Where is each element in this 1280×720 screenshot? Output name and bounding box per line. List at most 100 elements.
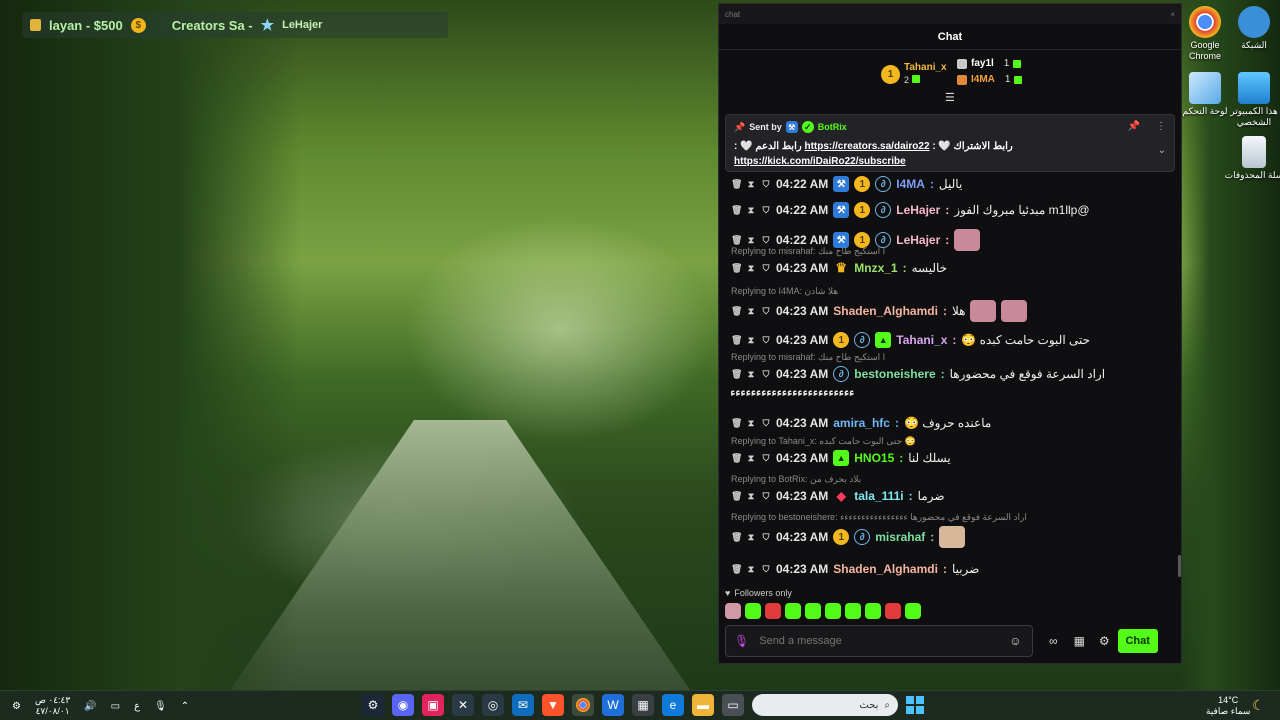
taskbar-clock[interactable]: ٠٤:٤٣ ص ٤٧/٠٨/٠١ [35, 695, 70, 717]
reply-context[interactable]: Replying to I4MA: هلا شادن [731, 286, 1171, 297]
message-username[interactable]: tala_111i [854, 489, 903, 503]
emote-button[interactable] [745, 603, 761, 619]
message-username[interactable]: I4MA [896, 177, 925, 191]
timeout-icon[interactable]: ⧗ [746, 205, 756, 216]
message-username[interactable]: Shaden_Alghamdi [833, 562, 938, 576]
delete-message-icon[interactable]: 🗑 [731, 263, 742, 274]
settings-gear-icon[interactable]: ⚙ [1099, 634, 1110, 648]
leaderboard-third[interactable]: I4MA 1 [957, 74, 1023, 85]
pinned-link-subscribe[interactable]: https://kick.com/iDaiRo22/subscribe [734, 156, 906, 167]
timeout-icon[interactable]: ⧗ [746, 418, 756, 429]
timeout-icon[interactable]: ⧗ [746, 179, 756, 190]
mail-icon[interactable]: ✉ [512, 694, 534, 716]
delete-message-icon[interactable]: 🗑 [731, 306, 742, 317]
message-username[interactable]: LeHajer [896, 233, 940, 247]
notification-settings-icon[interactable]: ⚙ [12, 701, 21, 712]
reply-context[interactable]: Replying to misrahaf: ا استكيج طاح منك [731, 246, 1171, 257]
chat-scrollbar[interactable] [1178, 555, 1181, 577]
emote-button[interactable] [905, 603, 921, 619]
ban-icon[interactable]: ⛉ [761, 179, 771, 190]
emoji-picker-icon[interactable]: ☺ [1009, 634, 1021, 648]
close-button[interactable]: × [1170, 10, 1175, 19]
ban-icon[interactable]: ⛉ [761, 453, 771, 464]
message-username[interactable]: misrahaf [875, 530, 925, 544]
timeout-icon[interactable]: ⧗ [746, 235, 756, 246]
filter-icon[interactable]: ☰ [945, 91, 955, 104]
timeout-icon[interactable]: ⧗ [746, 369, 756, 380]
timeout-icon[interactable]: ⧗ [746, 335, 756, 346]
emote-button[interactable] [885, 603, 901, 619]
language-indicator[interactable]: ع [134, 701, 140, 712]
pinned-link-support[interactable]: https://creators.sa/dairo22 [804, 141, 929, 152]
chrome-taskbar-icon[interactable] [572, 694, 594, 716]
message-input[interactable] [759, 635, 1000, 647]
ban-icon[interactable]: ⛉ [761, 263, 771, 274]
send-chat-button[interactable]: Chat [1117, 629, 1158, 653]
delete-message-icon[interactable]: 🗑 [731, 418, 742, 429]
message-username[interactable]: Mnzx_1 [854, 261, 897, 275]
ban-icon[interactable]: ⛉ [761, 369, 771, 380]
message-username[interactable]: HNO15 [854, 451, 894, 465]
emote-button[interactable] [845, 603, 861, 619]
delete-message-icon[interactable]: 🗑 [731, 532, 742, 543]
ban-icon[interactable]: ⛉ [761, 205, 771, 216]
timeout-icon[interactable]: ⧗ [746, 306, 756, 317]
reply-context[interactable]: Replying to Tahani_x: حتى البوت حامت كبد… [731, 436, 1171, 447]
reply-context[interactable]: Replying to misrahaf: ا استكيج طاح منك [731, 352, 1171, 363]
delete-message-icon[interactable]: 🗑 [731, 564, 742, 575]
message-username[interactable]: amira_hfc [833, 416, 890, 430]
store-taskbar-icon[interactable]: ▦ [632, 694, 654, 716]
ban-icon[interactable]: ⛉ [761, 532, 771, 543]
steam-icon[interactable]: ⚙ [362, 694, 384, 716]
timeout-icon[interactable]: ⧗ [746, 263, 756, 274]
file-explorer-icon[interactable]: ▬ [692, 694, 714, 716]
leaderboard-second[interactable]: fay1l 1 [957, 58, 1022, 69]
emote-button[interactable] [805, 603, 821, 619]
message-username[interactable]: LeHajer [896, 203, 940, 217]
taskbar-search[interactable]: بحث ⌕ [752, 694, 898, 716]
kicks-gift-icon[interactable]: ∞ [1049, 634, 1058, 648]
ban-icon[interactable]: ⛉ [761, 418, 771, 429]
delete-message-icon[interactable]: 🗑 [731, 235, 742, 246]
delete-message-icon[interactable]: 🗑 [731, 453, 742, 464]
task-view-icon[interactable]: ▭ [722, 694, 744, 716]
emote-button[interactable] [785, 603, 801, 619]
emote-button[interactable] [725, 603, 741, 619]
ban-icon[interactable]: ⛉ [761, 235, 771, 246]
chevron-down-icon[interactable]: ⌄ [1158, 145, 1166, 156]
delete-message-icon[interactable]: 🗑 [731, 205, 742, 216]
app-icon-red[interactable]: ▣ [422, 694, 444, 716]
github-icon[interactable]: ◎ [482, 694, 504, 716]
delete-message-icon[interactable]: 🗑 [731, 179, 742, 190]
edge-icon[interactable]: e [662, 694, 684, 716]
word-icon[interactable]: W [602, 694, 624, 716]
reply-context[interactable]: Replying to BotRix: بلاد بحرف من [731, 474, 1171, 485]
more-options-icon[interactable]: ⋮ [1156, 121, 1166, 132]
discord-icon[interactable]: ◉ [392, 694, 414, 716]
unpin-icon[interactable]: 📌 [1128, 121, 1140, 132]
microphone-icon[interactable]: 🎙 [734, 634, 749, 648]
ban-icon[interactable]: ⛉ [761, 491, 771, 502]
emote-button[interactable] [765, 603, 781, 619]
timeout-icon[interactable]: ⧗ [746, 564, 756, 575]
windows-start-icon[interactable] [906, 696, 924, 714]
xbox-icon[interactable]: ✕ [452, 694, 474, 716]
emote-button[interactable] [865, 603, 881, 619]
message-username[interactable]: Tahani_x [896, 333, 947, 347]
message-username[interactable]: Shaden_Alghamdi [833, 304, 938, 318]
desktop-icon-recycle-bin[interactable]: سلة المحذوفات [1224, 136, 1280, 181]
ban-icon[interactable]: ⛉ [761, 335, 771, 346]
desktop-icon-this-pc[interactable]: هذا الكمبيوتر الشخصي [1224, 72, 1280, 128]
reply-context[interactable]: Replying to bestoneishere: اراد السرعة ف… [731, 512, 1171, 523]
brave-icon[interactable]: ▼ [542, 694, 564, 716]
message-username[interactable]: bestoneishere [854, 367, 935, 381]
desktop-icon-network[interactable]: الشبكة [1224, 6, 1280, 51]
volume-icon[interactable]: 🔊 [84, 701, 96, 712]
delete-message-icon[interactable]: 🗑 [731, 369, 742, 380]
delete-message-icon[interactable]: 🗑 [731, 335, 742, 346]
leaderboard-top[interactable]: 1 Tahani_x 2 [881, 62, 947, 86]
delete-message-icon[interactable]: 🗑 [731, 491, 742, 502]
emote-button[interactable] [825, 603, 841, 619]
display-icon[interactable]: ▭ [111, 701, 120, 712]
weather-widget[interactable]: 14°C سماء صافية [1206, 695, 1250, 717]
